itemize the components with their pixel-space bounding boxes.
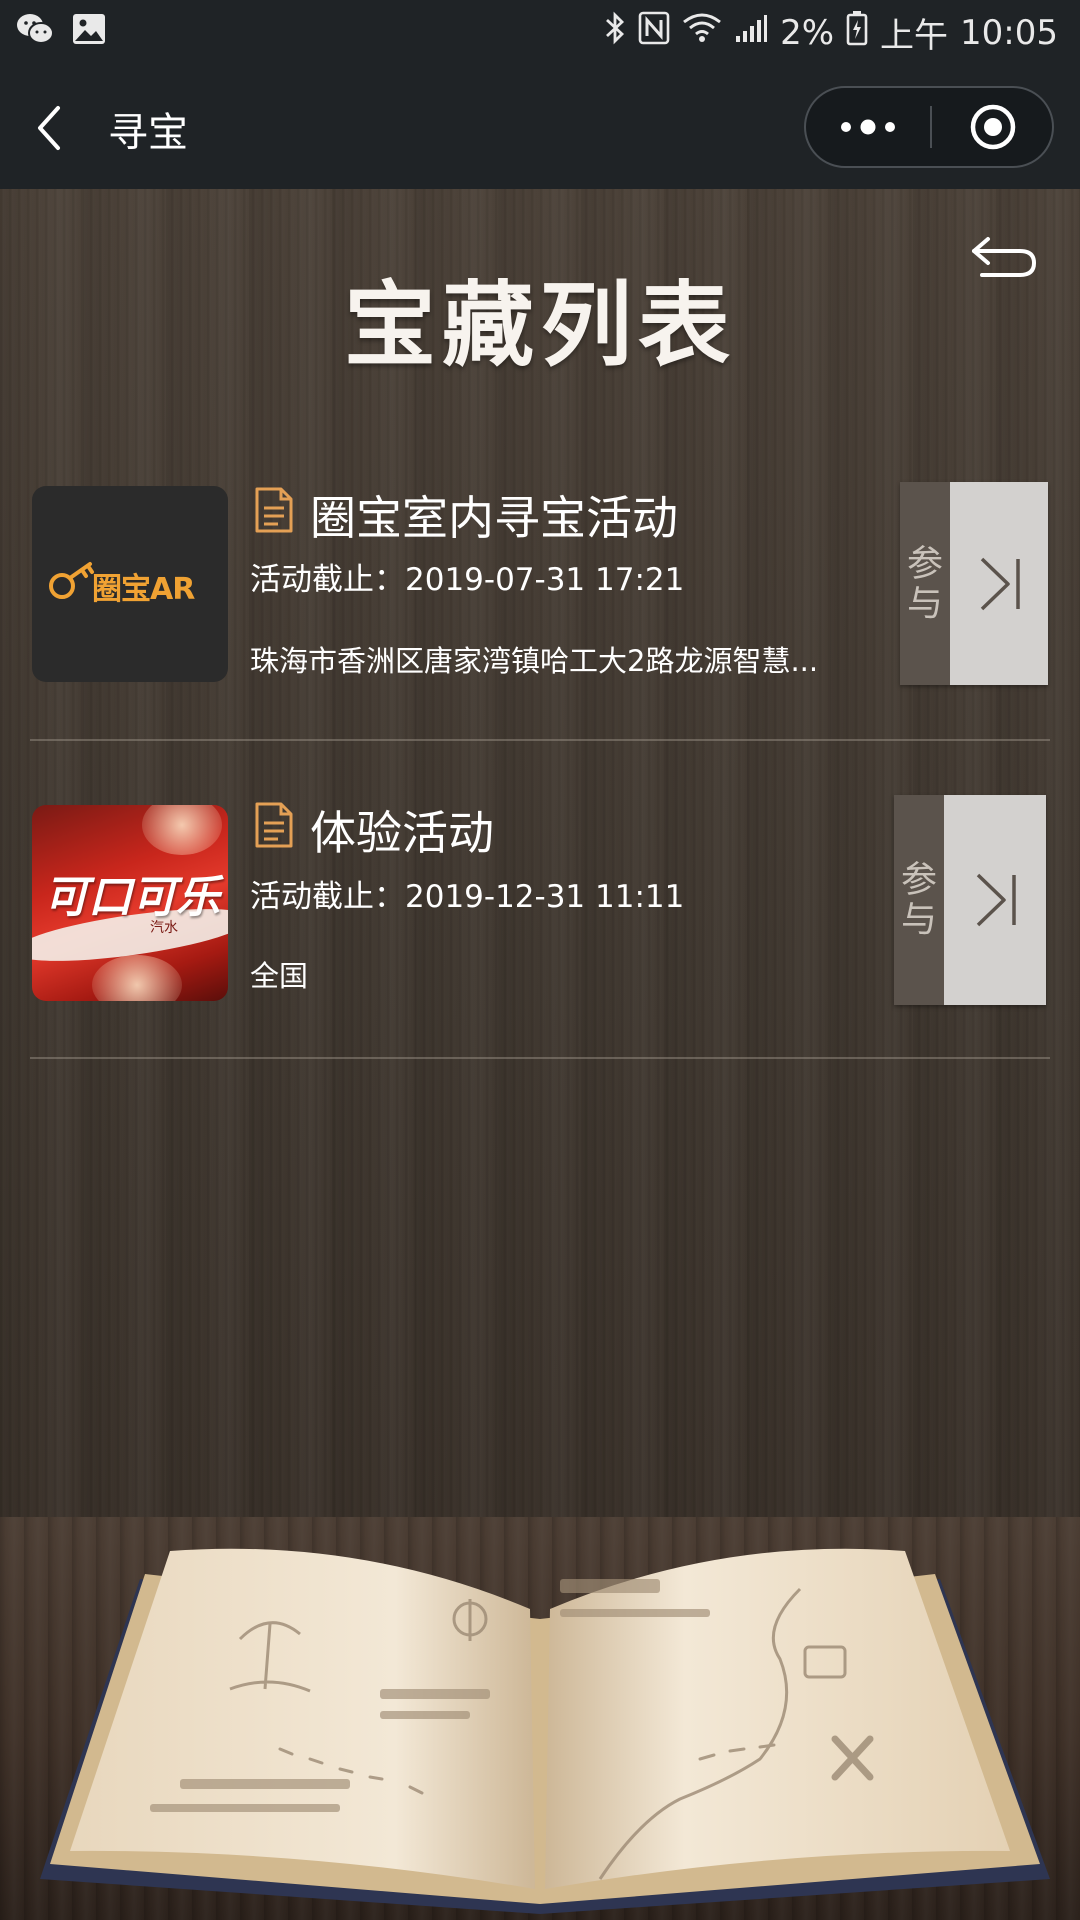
activity-title: 体验活动	[310, 806, 494, 860]
activity-address: 珠海市香洲区唐家湾镇哈工大2路龙源智慧...	[250, 644, 819, 678]
signal-icon	[734, 13, 768, 53]
nav-title: 寻宝	[108, 110, 188, 156]
clock-time: 10:05	[960, 12, 1058, 53]
main-content: 宝藏列表 圈宝AR 圈宝室内寻宝活动 活动截止：2019-07-31 17:21…	[0, 189, 1080, 1920]
bluetooth-icon	[604, 10, 626, 55]
join-button-label: 参与	[901, 543, 942, 624]
nfc-icon	[638, 11, 670, 54]
more-dots-icon	[841, 119, 895, 135]
document-icon	[254, 486, 294, 534]
activity-thumbnail: 圈宝AR	[32, 486, 228, 682]
activity-deadline: 活动截止：2019-07-31 17:21	[250, 562, 685, 598]
activity-thumbnail: 可口可乐 汽水	[32, 805, 228, 1001]
image-icon	[72, 13, 106, 49]
activity-deadline: 活动截止：2019-12-31 11:11	[250, 879, 685, 915]
skip-arrow-icon	[980, 557, 1020, 610]
join-button[interactable]: 参与	[894, 795, 1046, 1005]
list-item[interactable]: 可口可乐 汽水 体验活动 活动截止：2019-12-31 11:11 全国 参与	[30, 795, 1050, 1015]
battery-icon	[846, 10, 868, 55]
mini-program-capsule	[804, 86, 1054, 168]
join-button-label: 参与	[895, 860, 936, 940]
join-button[interactable]: 参与	[900, 482, 1048, 685]
thumbnail-logo-text: 圈宝AR	[92, 572, 195, 607]
close-mini-program-button[interactable]	[932, 88, 1054, 166]
activity-title: 圈宝室内寻宝活动	[310, 491, 678, 545]
target-circle-icon	[970, 104, 1016, 150]
more-menu-button[interactable]	[806, 88, 930, 166]
status-bar: 2% 上午 10:05	[0, 0, 1080, 64]
chevron-left-icon	[38, 106, 60, 150]
activity-address: 全国	[250, 959, 309, 993]
list-separator	[30, 1057, 1050, 1059]
battery-percent: 2%	[780, 12, 835, 53]
thumbnail-sub-text: 汽水	[150, 920, 178, 936]
skip-arrow-icon	[976, 873, 1016, 927]
treasure-map-book-illustration	[40, 1548, 1050, 1914]
back-button[interactable]	[30, 100, 74, 156]
nav-bar: 寻宝	[0, 64, 1080, 189]
list-separator	[30, 739, 1050, 741]
time-period: 上午	[880, 16, 949, 56]
wechat-icon	[16, 12, 54, 50]
thumbnail-logo-text: 可口可乐	[44, 872, 220, 923]
page-title: 宝藏列表	[343, 272, 736, 379]
document-icon	[254, 801, 294, 849]
wifi-icon	[682, 12, 722, 53]
list-item[interactable]: 圈宝AR 圈宝室内寻宝活动 活动截止：2019-07-31 17:21 珠海市香…	[30, 482, 1050, 702]
